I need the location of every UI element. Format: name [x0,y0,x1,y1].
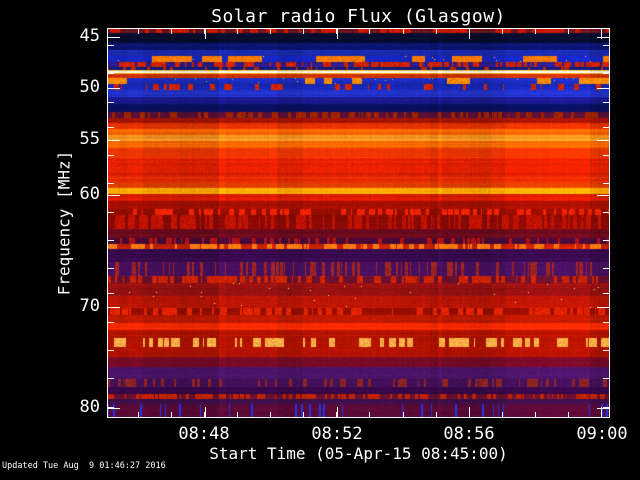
y-minor-tick [603,378,609,379]
x-major-tick [205,29,206,39]
y-minor-tick [603,293,609,294]
y-minor-tick [108,293,114,294]
x-minor-tick [171,412,172,417]
y-minor-tick [108,73,114,74]
x-minor-tick [303,412,304,417]
y-tick-label: 55 [79,129,100,149]
x-minor-tick [237,29,238,34]
y-major-tick [108,37,120,38]
x-minor-tick [171,29,172,34]
x-minor-tick [502,412,503,417]
updated-timestamp: Updated Tue Aug 9 01:46:27 2016 [2,461,166,471]
x-minor-tick [270,29,271,34]
spectrogram-canvas [108,29,609,417]
x-minor-tick [535,29,536,34]
x-major-tick [469,29,470,39]
y-minor-tick [603,127,609,128]
y-major-tick [108,195,120,196]
y-major-tick [597,408,609,409]
y-minor-tick [603,183,609,184]
y-minor-tick [108,378,114,379]
x-minor-tick [436,29,437,34]
y-minor-tick [108,102,114,103]
x-minor-tick [270,412,271,417]
x-major-tick [337,407,338,417]
x-minor-tick [535,412,536,417]
x-minor-tick [369,29,370,34]
y-minor-tick [108,127,114,128]
y-minor-tick [603,73,609,74]
y-tick-label: 60 [79,184,100,204]
y-major-tick [108,408,120,409]
y-axis-tick-labels: 45 50 55 60 70 80 [0,26,101,418]
x-tick-label: 08:52 [311,424,363,444]
y-minor-tick [603,102,609,103]
y-major-tick [597,88,609,89]
y-minor-tick [108,322,114,323]
y-tick-label: 45 [79,26,100,46]
y-minor-tick [603,155,609,156]
y-major-tick [108,140,120,141]
x-axis-title: Start Time (05-Apr-15 08:45:00) [209,444,508,463]
x-tick-label: 08:48 [178,424,230,444]
x-minor-tick [303,29,304,34]
y-minor-tick [603,350,609,351]
x-major-tick [205,407,206,417]
y-major-tick [108,88,120,89]
x-major-tick [337,29,338,39]
y-major-tick [597,307,609,308]
x-minor-tick [436,412,437,417]
x-minor-tick [403,412,404,417]
y-major-tick [597,37,609,38]
y-minor-tick [603,240,609,241]
x-minor-tick [138,29,139,34]
y-minor-tick [108,183,114,184]
y-major-tick [108,307,120,308]
y-minor-tick [603,212,609,213]
window: { "window": {"width": 640, "height": 480… [0,0,640,480]
y-minor-tick [603,268,609,269]
x-minor-tick [403,29,404,34]
y-tick-label: 50 [79,77,100,97]
x-minor-tick [568,412,569,417]
x-minor-tick [138,412,139,417]
plot-area [107,28,610,418]
y-minor-tick [108,240,114,241]
y-minor-tick [603,45,609,46]
y-minor-tick [108,212,114,213]
x-minor-tick [568,29,569,34]
x-minor-tick [502,29,503,34]
x-tick-label: 09:00 [576,424,628,444]
y-major-tick [597,140,609,141]
y-minor-tick [108,155,114,156]
x-major-tick [469,407,470,417]
x-minor-tick [237,412,238,417]
x-minor-tick [369,412,370,417]
y-tick-label: 80 [79,397,100,417]
y-major-tick [597,195,609,196]
y-minor-tick [108,350,114,351]
y-minor-tick [108,268,114,269]
y-minor-tick [108,45,114,46]
x-tick-label: 08:56 [443,424,495,444]
chart-title: Solar radio Flux (Glasgow) [211,6,506,27]
y-tick-label: 70 [79,296,100,316]
y-minor-tick [603,322,609,323]
x-axis-tick-labels: 08:48 08:52 08:56 09:00 [107,424,627,444]
